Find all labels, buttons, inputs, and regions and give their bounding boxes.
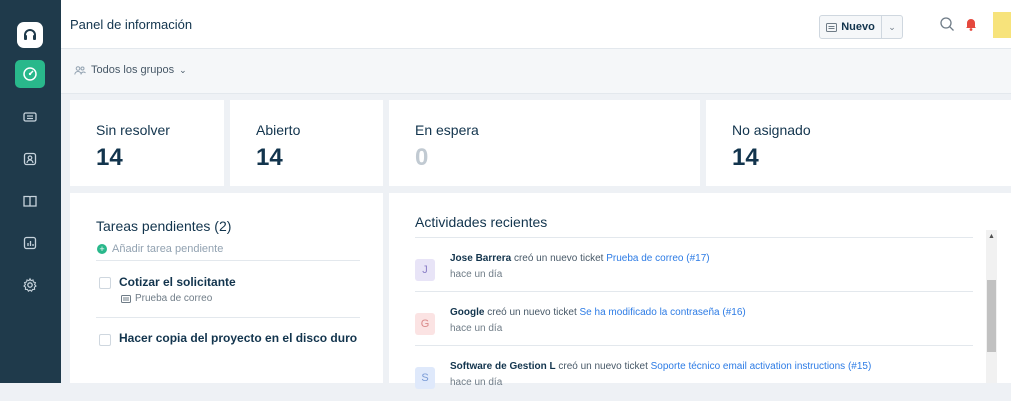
- avatar: G: [415, 313, 435, 335]
- new-button-label: Nuevo: [841, 21, 875, 33]
- new-button[interactable]: Nuevo: [820, 16, 882, 38]
- ticket-icon: [121, 294, 131, 303]
- stat-label: Sin resolver: [96, 122, 170, 138]
- todo-checkbox[interactable]: [99, 277, 111, 289]
- chevron-down-icon: ⌄: [179, 64, 187, 75]
- filter-bar: Todos los grupos ⌄: [61, 49, 1011, 94]
- stat-card-on-hold[interactable]: En espera 0: [389, 100, 700, 186]
- scroll-up-icon[interactable]: ▲: [988, 233, 995, 240]
- activity-ticket-link[interactable]: Prueba de correo (#17): [606, 253, 709, 264]
- stat-value: 14: [732, 144, 759, 171]
- activity-actor[interactable]: Software de Gestion L: [450, 361, 556, 372]
- todo-card: Tareas pendientes (2) + Añadir tarea pen…: [70, 193, 383, 383]
- headset-logo-icon[interactable]: [17, 22, 43, 48]
- activity-item: J Jose Barrera creó un nuevo ticket Prue…: [415, 253, 985, 293]
- top-bar: Panel de información Nuevo ⌄: [61, 0, 1011, 49]
- avatar: S: [415, 367, 435, 389]
- groups-filter[interactable]: Todos los grupos ⌄: [74, 64, 187, 76]
- stat-value: 0: [415, 144, 429, 171]
- avatar[interactable]: [993, 12, 1011, 38]
- todo-item-label: Cotizar el solicitante: [119, 275, 236, 289]
- groups-icon: [74, 65, 86, 75]
- notification-icon[interactable]: [963, 16, 979, 32]
- activity-action: creó un nuevo ticket: [558, 361, 648, 372]
- stat-label: Abierto: [256, 122, 301, 138]
- reports-icon[interactable]: [15, 229, 45, 257]
- activity-action: creó un nuevo ticket: [513, 253, 604, 264]
- divider: [415, 237, 973, 238]
- avatar: J: [415, 259, 435, 281]
- settings-icon[interactable]: [15, 271, 45, 299]
- divider: [415, 345, 973, 346]
- dashboard-icon[interactable]: [15, 60, 45, 88]
- scroll-thumb[interactable]: [987, 280, 996, 352]
- activities-title: Actividades recientes: [415, 214, 548, 230]
- activity-ticket-link[interactable]: Se ha modificado la contraseña (#16): [580, 307, 746, 318]
- new-button-group: Nuevo ⌄: [819, 15, 903, 39]
- activity-text: Software de Gestion L creó un nuevo tick…: [450, 361, 871, 372]
- todo-title: Tareas pendientes (2): [96, 218, 232, 234]
- activity-text: Google creó un nuevo ticket Se ha modifi…: [450, 307, 746, 318]
- ticket-icon[interactable]: [15, 103, 45, 131]
- book-icon[interactable]: [15, 187, 45, 215]
- activity-action: creó un nuevo ticket: [487, 307, 577, 318]
- page-title: Panel de información: [70, 17, 193, 32]
- activity-item: G Google creó un nuevo ticket Se ha modi…: [415, 307, 985, 347]
- activity-item: S Software de Gestion L creó un nuevo ti…: [415, 361, 985, 401]
- activities-scrollbar[interactable]: ▲: [986, 230, 997, 383]
- chevron-down-icon[interactable]: ⌄: [882, 16, 902, 38]
- todo-item-ticket-link[interactable]: Prueba de correo: [121, 293, 212, 304]
- add-todo-input[interactable]: + Añadir tarea pendiente: [97, 243, 223, 255]
- sidebar: [0, 0, 61, 383]
- add-todo-placeholder: Añadir tarea pendiente: [112, 243, 224, 255]
- divider: [96, 260, 360, 261]
- add-icon: +: [97, 244, 107, 254]
- stat-card-open[interactable]: Abierto 14: [230, 100, 383, 186]
- todo-item-ticket: Prueba de correo: [135, 293, 213, 304]
- activity-actor[interactable]: Jose Barrera: [450, 253, 511, 264]
- activity-ticket-link[interactable]: Soporte técnico email activation instruc…: [651, 361, 872, 372]
- divider: [96, 317, 360, 318]
- stat-card-unassigned[interactable]: No asignado 14: [706, 100, 1011, 186]
- activity-time: hace un día: [450, 323, 503, 334]
- todo-checkbox[interactable]: [99, 334, 111, 346]
- search-icon[interactable]: [939, 16, 955, 32]
- activity-text: Jose Barrera creó un nuevo ticket Prueba…: [450, 253, 710, 264]
- ticket-icon: [826, 22, 838, 32]
- activity-time: hace un día: [450, 269, 503, 280]
- divider: [415, 291, 973, 292]
- groups-filter-label: Todos los grupos: [91, 64, 175, 76]
- recent-activities-card: Actividades recientes J Jose Barrera cre…: [389, 193, 1011, 389]
- stat-label: No asignado: [732, 122, 811, 138]
- stat-value: 14: [96, 144, 123, 171]
- stat-card-unresolved[interactable]: Sin resolver 14: [70, 100, 224, 186]
- stat-value: 14: [256, 144, 283, 171]
- stat-label: En espera: [415, 122, 479, 138]
- activity-actor[interactable]: Google: [450, 307, 484, 318]
- contacts-icon[interactable]: [15, 145, 45, 173]
- todo-item-label: Hacer copia del proyecto en el disco dur…: [119, 331, 358, 345]
